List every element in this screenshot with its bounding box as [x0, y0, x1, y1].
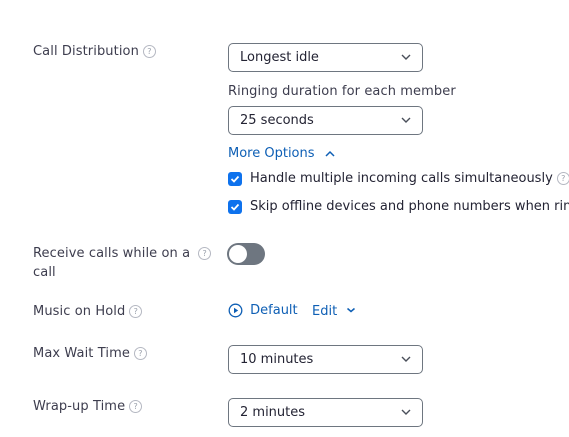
call-distribution-label-text: Call Distribution	[33, 44, 139, 59]
max-wait-time-select[interactable]: 10 minutes	[228, 345, 423, 374]
help-icon[interactable]: ?	[142, 45, 156, 58]
music-play-button[interactable]: Default	[228, 303, 298, 318]
help-icon[interactable]: ?	[129, 400, 143, 413]
more-options-link[interactable]: More Options	[228, 146, 335, 161]
max-wait-time-label-text: Max Wait Time	[33, 346, 130, 361]
help-icon[interactable]: ?	[556, 172, 569, 185]
play-circle-icon	[228, 303, 243, 318]
ringing-duration-select[interactable]: 25 seconds	[228, 106, 423, 135]
music-on-hold-label: Music on Hold?	[33, 304, 143, 319]
help-icon[interactable]: ?	[129, 305, 143, 318]
wrap-up-time-label: Wrap-up Time?	[33, 399, 143, 414]
chevron-down-icon	[401, 409, 411, 415]
music-edit-dropdown[interactable]: Edit	[312, 304, 356, 319]
call-distribution-value: Longest idle	[240, 50, 319, 65]
checkmark-icon	[230, 175, 240, 183]
help-icon[interactable]: ?	[198, 247, 212, 260]
chevron-up-icon	[325, 150, 335, 157]
toggle-knob	[229, 245, 247, 263]
more-options-label: More Options	[228, 146, 315, 161]
ringing-duration-label: Ringing duration for each member	[228, 84, 456, 99]
chevron-down-icon	[347, 307, 356, 313]
call-distribution-select[interactable]: Longest idle	[228, 43, 423, 72]
skip-offline-devices-checkbox[interactable]	[228, 200, 242, 214]
ringing-duration-value: 25 seconds	[240, 113, 314, 128]
chevron-down-icon	[401, 356, 411, 362]
chevron-down-icon	[401, 54, 411, 60]
edit-label: Edit	[312, 304, 338, 319]
music-on-hold-label-text: Music on Hold	[33, 304, 126, 319]
handle-multiple-calls-checkbox[interactable]	[228, 172, 242, 186]
receive-calls-label-line1: Receive calls while on a	[33, 246, 191, 261]
handle-multiple-calls-text: Handle multiple incoming calls simultane…	[250, 171, 553, 186]
chevron-down-icon	[401, 117, 411, 123]
receive-calls-toggle[interactable]	[227, 243, 265, 265]
max-wait-time-value: 10 minutes	[240, 352, 314, 367]
receive-calls-label-line2: call	[33, 265, 56, 280]
checkmark-icon	[230, 203, 240, 211]
help-icon[interactable]: ?	[133, 347, 147, 360]
max-wait-time-label: Max Wait Time?	[33, 346, 147, 361]
wrap-up-time-select[interactable]: 2 minutes	[228, 398, 423, 427]
call-distribution-label: Call Distribution?	[33, 44, 156, 59]
receive-calls-label: Receive calls while on a? call	[33, 244, 212, 282]
handle-multiple-calls-label: Handle multiple incoming calls simultane…	[250, 171, 569, 186]
skip-offline-devices-label: Skip offline devices and phone numbers w…	[250, 199, 569, 214]
wrap-up-time-value: 2 minutes	[240, 405, 306, 420]
wrap-up-time-label-text: Wrap-up Time	[33, 399, 126, 414]
music-on-hold-value: Default	[250, 303, 298, 318]
